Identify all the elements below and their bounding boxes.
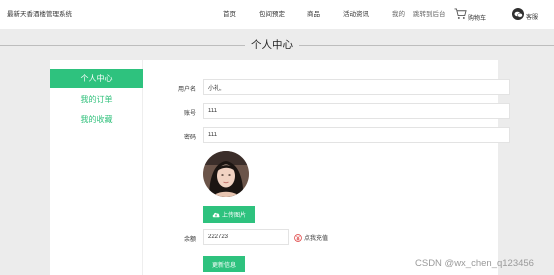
password-label: 密码 [183,135,196,141]
sidebar: 个人中心 我的订单 我的收藏 [50,60,143,275]
account-label: 账号 [183,111,196,117]
support-link[interactable]: 客服 [512,5,538,23]
update-info-button[interactable]: 更新信息 [203,256,245,272]
page-title: 个人中心 [245,37,299,52]
profile-card: 个人中心 我的订单 我的收藏 用户名 账号 密码 上传图片 余额 [50,60,510,275]
sidebar-item-favorites[interactable]: 我的收藏 [50,110,143,129]
recharge-icon [294,233,302,242]
balance-label: 余额 [183,237,196,243]
support-label: 客服 [526,14,539,21]
balance-input[interactable] [203,229,289,245]
recharge-link[interactable]: 点我充值 [294,233,328,242]
nav-home[interactable]: 首页 [223,8,236,18]
cloud-upload-icon [212,212,220,218]
top-header: 最新天香酒楼管理系统 首页 包间预定 商品 活动资讯 我的 跳转到后台 购物车 … [0,0,554,29]
upload-image-label: 上传图片 [221,213,246,219]
nav-news[interactable]: 活动资讯 [343,8,369,18]
recharge-label: 点我充值 [304,236,329,242]
username-label: 用户名 [177,87,196,93]
sidebar-item-orders[interactable]: 我的订单 [50,90,143,109]
sidebar-item-profile[interactable]: 个人中心 [50,69,143,88]
cart-icon [454,8,467,19]
site-title: 最新天香酒楼管理系统 [7,11,72,18]
cart-link[interactable]: 购物车 [454,5,486,23]
upload-image-button[interactable]: 上传图片 [203,206,255,223]
username-input[interactable] [203,79,510,95]
nav-admin[interactable]: 跳转到后台 [413,8,446,18]
nav-room-booking[interactable]: 包间预定 [259,8,285,18]
account-input[interactable] [203,103,510,119]
nav-mine[interactable]: 我的 [392,8,405,18]
chat-icon [512,8,524,20]
nav-products[interactable]: 商品 [307,8,320,18]
watermark: CSDN @wx_chen_q123456 [415,258,534,269]
password-input[interactable] [203,127,510,143]
cart-label: 购物车 [468,15,487,22]
avatar [203,151,249,197]
